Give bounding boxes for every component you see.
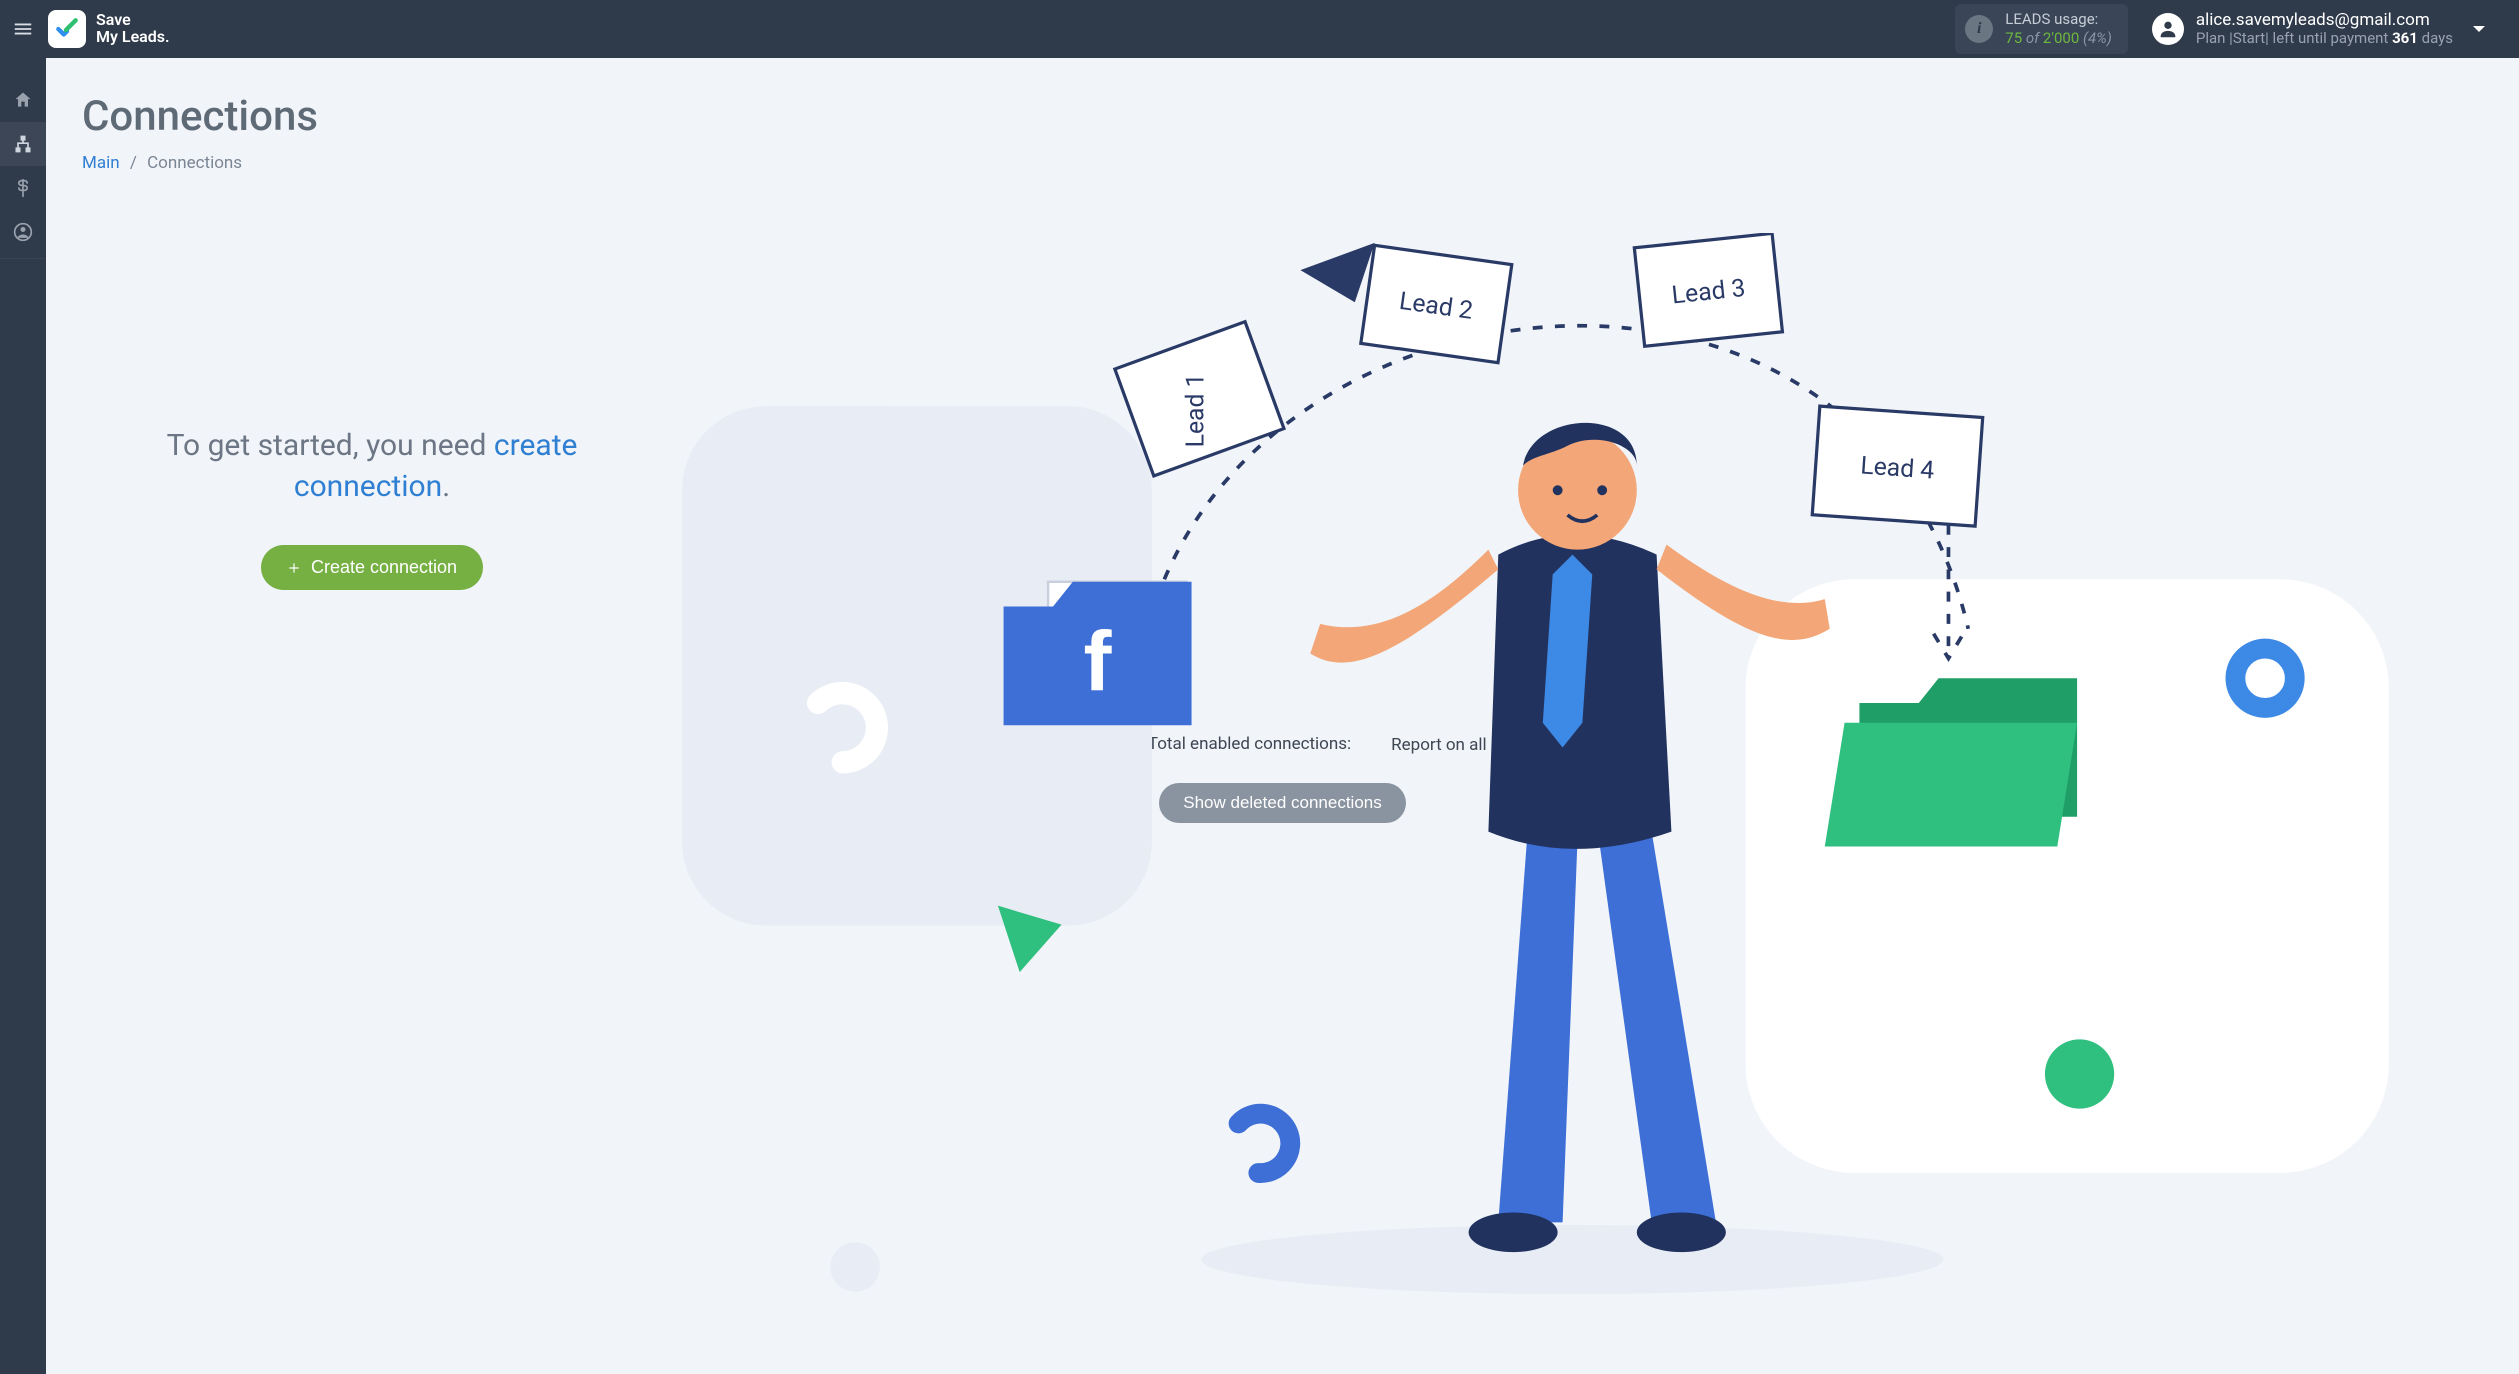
svg-text:Lead 1: Lead 1 [1182, 374, 1211, 448]
account-text: alice.savemyleads@gmail.com Plan |Start|… [2196, 11, 2453, 48]
user-circle-icon [13, 222, 33, 242]
svg-text:Lead 4: Lead 4 [1859, 451, 1935, 485]
breadcrumb-root[interactable]: Main [82, 153, 120, 173]
plus-icon [287, 561, 301, 575]
breadcrumb-current: Connections [147, 153, 242, 173]
svg-text:f: f [1084, 615, 1113, 709]
leads-usage-box[interactable]: i LEADS usage: 75 of 2'000 (4%) [1955, 4, 2128, 54]
user-icon [2157, 18, 2179, 40]
brand[interactable]: Save My Leads. [48, 10, 170, 48]
sidebar-item-home[interactable] [0, 78, 46, 122]
sidebar-item-connections[interactable] [0, 122, 46, 166]
menu-toggle[interactable] [0, 0, 46, 58]
info-icon: i [1965, 15, 1993, 43]
hero-illustration: Lead 1 Lead 2 Lead 3 Lead 4 [682, 233, 2463, 673]
main-content: Connections Main / Connections To get st… [46, 58, 2519, 1374]
leads-usage-text: LEADS usage: 75 of 2'000 (4%) [2005, 10, 2112, 48]
hero-lead: To get started, you need create connecti… [102, 426, 642, 507]
hero: To get started, you need create connecti… [82, 233, 2483, 673]
home-icon [13, 90, 33, 110]
checkmark-icon [54, 16, 80, 42]
sidebar-item-account[interactable] [0, 210, 46, 254]
brand-text: Save My Leads. [96, 12, 170, 46]
illustration-svg: Lead 1 Lead 2 Lead 3 Lead 4 [682, 233, 2463, 1321]
sidebar-divider [0, 258, 46, 259]
avatar [2152, 13, 2184, 45]
account-chevron-down-icon[interactable] [2467, 17, 2491, 41]
account-block[interactable]: alice.savemyleads@gmail.com Plan |Start|… [2152, 11, 2453, 48]
sidebar [0, 58, 46, 1374]
page-title: Connections [82, 92, 2483, 141]
create-connection-button[interactable]: Create connection [261, 545, 483, 590]
dollar-icon [13, 178, 33, 198]
hamburger-icon [12, 18, 34, 40]
breadcrumb: Main / Connections [82, 153, 2483, 173]
brand-logo [48, 10, 86, 48]
sitemap-icon [13, 134, 33, 154]
hero-left: To get started, you need create connecti… [102, 316, 642, 590]
topbar: Save My Leads. i LEADS usage: 75 of 2'00… [0, 0, 2519, 58]
sidebar-item-billing[interactable] [0, 166, 46, 210]
